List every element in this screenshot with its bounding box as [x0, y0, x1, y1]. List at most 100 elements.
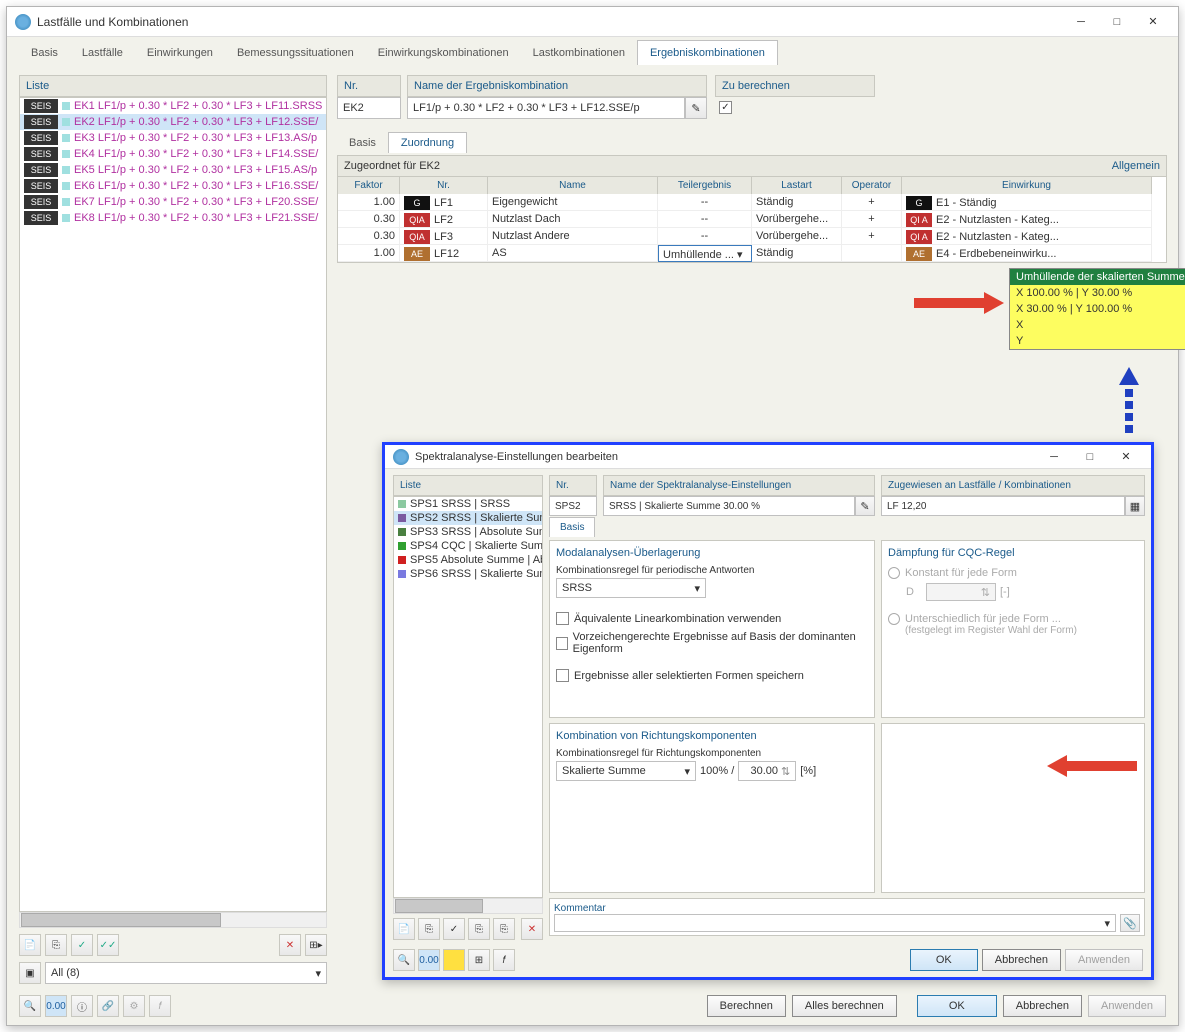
dropdown-item[interactable]: Umhüllende der skalierten Summen	[1010, 269, 1185, 285]
check2-button[interactable]: ✓✓	[97, 934, 119, 956]
nr-header: Nr.	[337, 75, 401, 97]
sp-list-item[interactable]: SPS4 CQC | Skalierte Summe 30.0	[394, 539, 542, 553]
list-item[interactable]: SEISEK8 LF1/p + 0.30 * LF2 + 0.30 * LF3 …	[20, 210, 326, 226]
ok-button[interactable]: OK	[917, 995, 997, 1017]
list-hscroll[interactable]	[19, 912, 327, 928]
dir-rule-select[interactable]: Skalierte Summe▾	[556, 761, 696, 781]
tab-6[interactable]: Ergebniskombinationen	[637, 40, 778, 65]
tb-link-icon[interactable]: 🔗	[97, 995, 119, 1017]
comment-attach-icon[interactable]: 📎	[1120, 914, 1140, 932]
tab-1[interactable]: Lastfälle	[70, 41, 135, 65]
sp-list-item[interactable]: SPS6 SRSS | Skalierte Summe 100.	[394, 567, 542, 581]
sp-list[interactable]: SPS1 SRSS | SRSSSPS2 SRSS | Skalierte Su…	[393, 496, 543, 898]
sp-delete-button[interactable]: ✕	[521, 918, 543, 940]
sp-c2-button[interactable]: ⎘	[468, 918, 490, 940]
sp-tb-search[interactable]: 🔍	[393, 949, 415, 971]
sp-new-button[interactable]: 📄	[393, 918, 415, 940]
sp-list-hscroll[interactable]	[393, 898, 543, 914]
dropdown-item[interactable]: X 30.00 % | Y 100.00 %	[1010, 301, 1185, 317]
grid-row[interactable]: 1.00GLF1Eigengewicht--Ständig+GE1 - Stän…	[338, 194, 1166, 211]
list-item[interactable]: SEISEK7 LF1/p + 0.30 * LF2 + 0.30 * LF3 …	[20, 194, 326, 210]
allgemein-link[interactable]: Allgemein	[1112, 160, 1160, 172]
grid-header: Faktor	[338, 177, 400, 194]
tab-3[interactable]: Bemessungssituationen	[225, 41, 366, 65]
sp-c1-button[interactable]: ✓	[443, 918, 465, 940]
chk-save[interactable]	[556, 669, 569, 682]
list-item[interactable]: SEISEK4 LF1/p + 0.30 * LF2 + 0.30 * LF3 …	[20, 146, 326, 162]
comment-field[interactable]: ▾	[554, 914, 1116, 932]
sp-tb-num[interactable]: 0.00	[418, 949, 440, 971]
tb-script-icon[interactable]: 𝑓	[149, 995, 171, 1017]
sp-maximize-button[interactable]: □	[1073, 446, 1107, 468]
grid-row[interactable]: 0.30QIALF3Nutzlast Andere--Vorübergehe..…	[338, 228, 1166, 245]
tab-0[interactable]: Basis	[19, 41, 70, 65]
chk-sign-label: Vorzeichengerechte Ergebnisse auf Basis …	[573, 631, 868, 655]
grid-row[interactable]: 0.30QIALF2Nutzlast Dach--Vorübergehe...+…	[338, 211, 1166, 228]
edit-icon[interactable]: ✎	[685, 97, 707, 119]
maximize-button[interactable]: □	[1100, 11, 1134, 33]
grid-row[interactable]: 1.00AELF12ASUmhüllende ... ▾StändigAEE4 …	[338, 245, 1166, 262]
tab-5[interactable]: Lastkombinationen	[521, 41, 637, 65]
list-item[interactable]: SEISEK5 LF1/p + 0.30 * LF2 + 0.30 * LF3 …	[20, 162, 326, 178]
sp-tb-color[interactable]	[443, 949, 465, 971]
sp-c3-button[interactable]: ⎘	[493, 918, 515, 940]
tb-num-icon[interactable]: 0.00	[45, 995, 67, 1017]
dropdown-item[interactable]: Y	[1010, 333, 1185, 349]
filter-button[interactable]: ▣	[19, 962, 41, 984]
layout-button[interactable]: ⊞▸	[305, 934, 327, 956]
subtab-0[interactable]: Basis	[337, 133, 388, 153]
sp-assign-field[interactable]: LF 12,20	[881, 496, 1125, 516]
liste-header: Liste	[19, 75, 327, 97]
sp-tb-fx[interactable]: 𝑓	[493, 949, 515, 971]
tb-info-icon[interactable]: ⓘ	[71, 995, 93, 1017]
sp-cancel-button[interactable]: Abbrechen	[982, 949, 1061, 971]
tab-4[interactable]: Einwirkungskombinationen	[366, 41, 521, 65]
modal-rule-select[interactable]: SRSS▾	[556, 578, 706, 598]
sp-tb-tree[interactable]: ⊞	[468, 949, 490, 971]
sp-list-item[interactable]: SPS3 SRSS | Absolute Summe	[394, 525, 542, 539]
sp-name-field[interactable]: SRSS | Skalierte Summe 30.00 %	[603, 496, 855, 516]
copy-button[interactable]: ⎘	[45, 934, 67, 956]
calc-all-button[interactable]: Alles berechnen	[792, 995, 897, 1017]
tab-2[interactable]: Einwirkungen	[135, 41, 225, 65]
ergebnis-list[interactable]: SEISEK1 LF1/p + 0.30 * LF2 + 0.30 * LF3 …	[19, 97, 327, 912]
sp-edit-icon[interactable]: ✎	[855, 496, 875, 516]
filter-field[interactable]: All (8)▾	[45, 962, 327, 984]
sp-copy-button[interactable]: ⎘	[418, 918, 440, 940]
sp-assign-header: Zugewiesen an Lastfälle / Kombinationen	[881, 475, 1145, 496]
sp-list-item[interactable]: SPS1 SRSS | SRSS	[394, 497, 542, 511]
sp-minimize-button[interactable]: ─	[1037, 446, 1071, 468]
calc-checkbox[interactable]	[719, 101, 732, 114]
dropdown-item[interactable]: X 100.00 % | Y 30.00 %	[1010, 285, 1185, 301]
new-button[interactable]: 📄	[19, 934, 41, 956]
tb-search-icon[interactable]: 🔍	[19, 995, 41, 1017]
subtab-1[interactable]: Zuordnung	[388, 132, 467, 153]
sp-list-item[interactable]: SPS5 Absolute Summe | Absolute	[394, 553, 542, 567]
close-button[interactable]: ✕	[1136, 11, 1170, 33]
sp-apply-button: Anwenden	[1065, 949, 1143, 971]
sp-nr-field[interactable]: SPS2	[549, 496, 597, 516]
dropdown-item[interactable]: X	[1010, 317, 1185, 333]
sp-ok-button[interactable]: OK	[910, 949, 978, 971]
name-field[interactable]: LF1/p + 0.30 * LF2 + 0.30 * LF3 + LF12.S…	[407, 97, 685, 119]
list-item[interactable]: SEISEK6 LF1/p + 0.30 * LF2 + 0.30 * LF3 …	[20, 178, 326, 194]
calc-button[interactable]: Berechnen	[707, 995, 786, 1017]
list-item[interactable]: SEISEK1 LF1/p + 0.30 * LF2 + 0.30 * LF3 …	[20, 98, 326, 114]
minimize-button[interactable]: ─	[1064, 11, 1098, 33]
sp-assign-btn[interactable]: ▦	[1125, 496, 1145, 516]
chk-equiv[interactable]	[556, 612, 569, 625]
list-item[interactable]: SEISEK3 LF1/p + 0.30 * LF2 + 0.30 * LF3 …	[20, 130, 326, 146]
nr-field[interactable]: EK2	[337, 97, 401, 119]
chk-sign[interactable]	[556, 637, 568, 650]
cancel-button[interactable]: Abbrechen	[1003, 995, 1082, 1017]
teilergebnis-dropdown[interactable]: Umhüllende der skalierten SummenX 100.00…	[1009, 268, 1185, 350]
check-button[interactable]: ✓	[71, 934, 93, 956]
tb-fx-icon[interactable]: ⚙	[123, 995, 145, 1017]
delete-button[interactable]: ✕	[279, 934, 301, 956]
sp-list-item[interactable]: SPS2 SRSS | Skalierte Summe 30.0	[394, 511, 542, 525]
list-item[interactable]: SEISEK2 LF1/p + 0.30 * LF2 + 0.30 * LF3 …	[20, 114, 326, 130]
dir-unit-label: [%]	[800, 765, 816, 777]
sp-tab-basis[interactable]: Basis	[549, 517, 595, 537]
dir-p2-field[interactable]: 30.00⇅	[738, 761, 796, 781]
sp-close-button[interactable]: ✕	[1109, 446, 1143, 468]
